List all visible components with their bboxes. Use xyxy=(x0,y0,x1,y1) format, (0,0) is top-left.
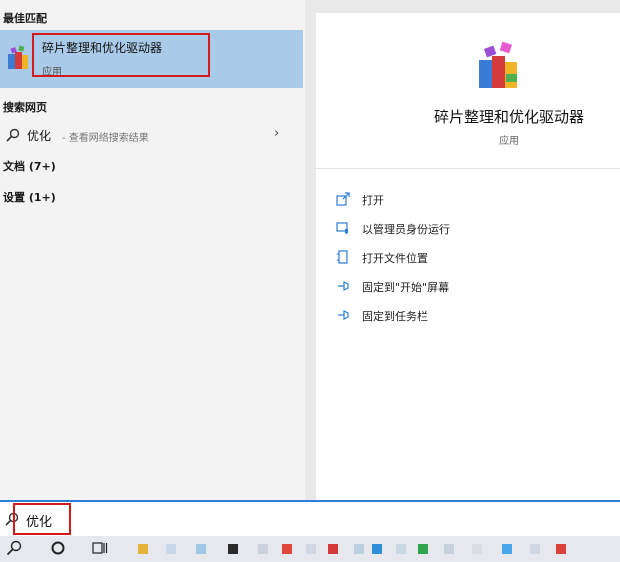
taskbar-app-icon[interactable] xyxy=(196,544,206,554)
shield-run-icon xyxy=(336,222,348,234)
taskbar-app-icon[interactable] xyxy=(328,544,338,554)
taskbar-app-icon[interactable] xyxy=(502,544,512,554)
taskbar-app-icon[interactable] xyxy=(444,544,454,554)
action-open[interactable]: 打开 xyxy=(336,190,606,210)
web-search-result[interactable]: 优化 - 查看网络搜索结果 › xyxy=(0,123,303,147)
divider xyxy=(316,168,620,169)
documents-heading[interactable]: 文档 (7+) xyxy=(3,158,56,174)
action-run-as-admin-label: 以管理员身份运行 xyxy=(362,223,450,236)
detail-pane: 碎片整理和优化驱动器 应用 打开 以管理员身份运行 打开文件位置 固定到"开始"… xyxy=(316,13,620,500)
taskbar-app-icon[interactable] xyxy=(166,544,176,554)
cortana-circle-icon[interactable] xyxy=(50,540,66,556)
taskbar-app-icon[interactable] xyxy=(418,544,428,554)
action-pin-to-start-label: 固定到"开始"屏幕 xyxy=(362,281,450,294)
pin-icon xyxy=(338,281,349,291)
taskbar-app-icon[interactable] xyxy=(396,544,406,554)
search-icon xyxy=(6,128,20,142)
search-icon[interactable] xyxy=(6,540,22,556)
taskbar-app-icon[interactable] xyxy=(258,544,268,554)
taskbar-app-icon[interactable] xyxy=(306,544,316,554)
best-match-heading: 最佳匹配 xyxy=(3,12,47,25)
app-title: 碎片整理和优化驱动器 xyxy=(433,108,584,126)
taskbar-app-icon[interactable] xyxy=(372,544,382,554)
annotation-box xyxy=(13,503,71,535)
annotation-box xyxy=(32,33,210,77)
web-search-term: 优化 xyxy=(27,129,52,143)
app-subtitle: 应用 xyxy=(499,136,519,147)
action-pin-to-start[interactable]: 固定到"开始"屏幕 xyxy=(336,277,606,297)
defrag-app-icon xyxy=(479,41,517,88)
action-open-file-location-label: 打开文件位置 xyxy=(362,252,428,265)
defrag-app-icon xyxy=(8,45,28,69)
taskbar-app-icon[interactable] xyxy=(138,544,148,554)
taskbar-app-icon[interactable] xyxy=(354,544,364,554)
taskbar-app-icon[interactable] xyxy=(228,544,238,554)
folder-location-icon xyxy=(337,250,348,264)
chevron-right-icon[interactable]: › xyxy=(274,126,279,141)
taskbar-app-icon[interactable] xyxy=(530,544,540,554)
taskbar xyxy=(0,536,620,562)
action-pin-to-taskbar[interactable]: 固定到任务栏 xyxy=(336,306,606,326)
action-open-file-location[interactable]: 打开文件位置 xyxy=(336,248,606,268)
taskbar-app-icon[interactable] xyxy=(556,544,566,554)
action-open-label: 打开 xyxy=(362,194,384,207)
settings-heading[interactable]: 设置 (1+) xyxy=(3,189,56,205)
results-pane: 最佳匹配 碎片整理和优化驱动器 应用 搜索网页 优化 - 查看网络搜索结果 › … xyxy=(0,0,305,500)
web-search-heading: 搜索网页 xyxy=(3,101,47,114)
pin-icon xyxy=(338,310,349,320)
search-box[interactable] xyxy=(0,500,620,536)
search-input[interactable] xyxy=(26,510,326,530)
taskbar-app-icon[interactable] xyxy=(472,544,482,554)
action-run-as-admin[interactable]: 以管理员身份运行 xyxy=(336,219,606,239)
web-search-hint: - 查看网络搜索结果 xyxy=(62,133,149,144)
start-search-window: 最佳匹配 碎片整理和优化驱动器 应用 搜索网页 优化 - 查看网络搜索结果 › … xyxy=(0,0,620,562)
task-view-icon[interactable] xyxy=(92,540,108,556)
action-pin-to-taskbar-label: 固定到任务栏 xyxy=(362,310,428,323)
open-icon xyxy=(336,192,350,206)
taskbar-app-icon[interactable] xyxy=(282,544,292,554)
